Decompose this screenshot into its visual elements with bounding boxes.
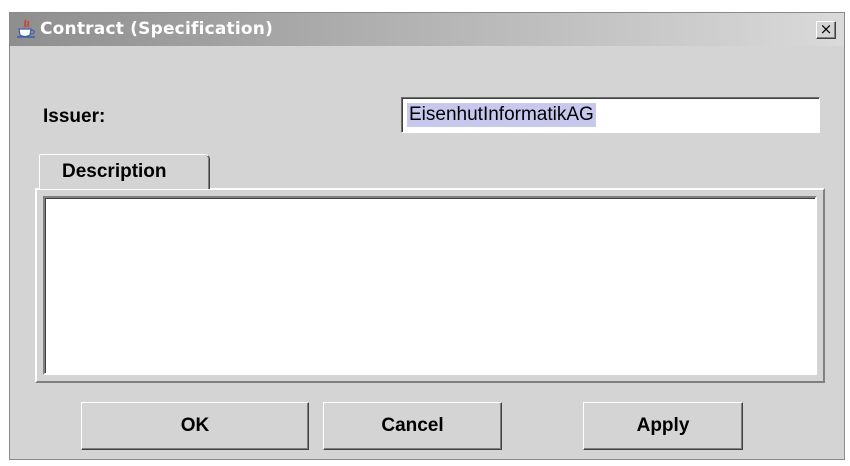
description-textarea[interactable] (43, 196, 817, 375)
issuer-input[interactable]: EisenhutInformatikAG (401, 97, 820, 133)
description-tab-panel (35, 188, 825, 383)
cancel-button[interactable]: Cancel (323, 402, 502, 450)
java-coffee-cup-icon (16, 18, 38, 40)
close-icon: × (819, 20, 833, 38)
ok-button[interactable]: OK (81, 402, 309, 450)
title-bar[interactable]: Contract (Specification) × (10, 13, 844, 46)
apply-button[interactable]: Apply (583, 402, 743, 450)
contract-dialog: Contract (Specification) × Issuer: Eisen… (9, 12, 845, 460)
tab-description[interactable]: Description (39, 154, 210, 189)
issuer-label: Issuer: (43, 106, 106, 127)
close-button[interactable]: × (816, 21, 836, 39)
window-title: Contract (Specification) (40, 19, 274, 39)
issuer-input-value: EisenhutInformatikAG (407, 103, 596, 127)
tab-description-label: Description (62, 161, 167, 182)
